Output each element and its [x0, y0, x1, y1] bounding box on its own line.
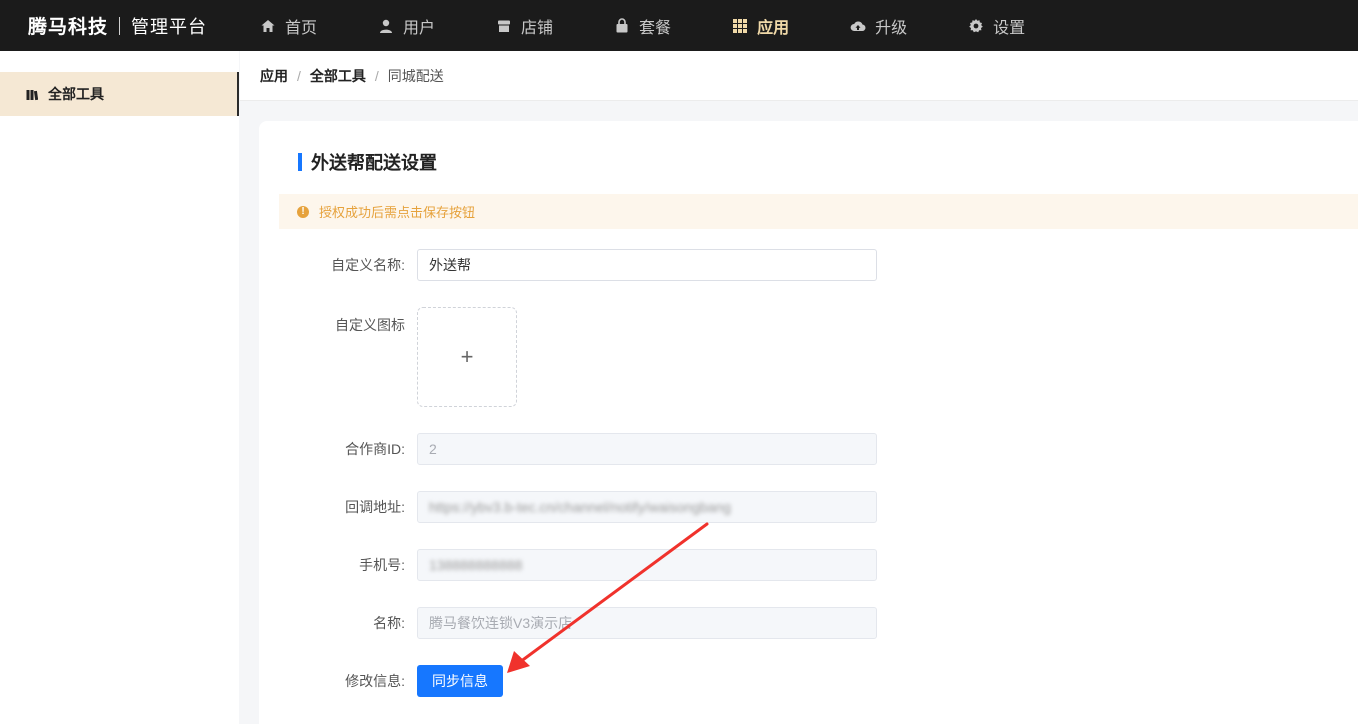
phone-value: 138888888888	[429, 557, 523, 573]
modify-label: 修改信息:	[345, 673, 405, 689]
store-icon	[496, 18, 512, 34]
plus-icon: +	[460, 344, 474, 369]
top-navbar: 腾马科技 管理平台 首页 用户 店铺 套餐 应用 升级 设置	[0, 0, 1358, 51]
brand-divider	[119, 16, 121, 35]
settings-card: 外送帮配送设置 ! 授权成功后需点击保存按钮 自定义名称: 外送帮 自定义图标 …	[259, 121, 1358, 724]
brand-name: 腾马科技	[28, 17, 109, 38]
phone-input: 138888888888	[417, 549, 877, 581]
breadcrumb: 应用 / 全部工具 / 同城配送	[240, 51, 1358, 101]
bag-icon	[614, 17, 630, 34]
form-row-phone: 手机号: 138888888888	[259, 549, 877, 581]
name-input: 腾马餐饮连锁V3演示店	[417, 607, 877, 639]
main-nav: 首页 用户 店铺 套餐 应用 升级 设置	[258, 0, 1084, 51]
home-icon	[260, 18, 276, 34]
nav-item-apps[interactable]: 应用	[730, 0, 791, 51]
alert-text: 授权成功后需点击保存按钮	[319, 205, 476, 220]
warning-icon: !	[297, 205, 309, 218]
gear-icon	[968, 18, 984, 34]
callback-input: https://ybv3.b-tec.cn/channel/notify/wai…	[417, 491, 877, 523]
breadcrumb-item-current: 同城配送	[387, 67, 444, 84]
book-icon	[26, 88, 39, 101]
breadcrumb-separator: /	[374, 67, 379, 84]
nav-item-label: 套餐	[639, 19, 672, 37]
custom-name-label: 自定义名称:	[331, 257, 405, 273]
nav-item-home[interactable]: 首页	[258, 0, 319, 51]
nav-item-users[interactable]: 用户	[376, 0, 437, 51]
warning-alert: ! 授权成功后需点击保存按钮	[279, 194, 1358, 229]
nav-item-upgrade[interactable]: 升级	[848, 0, 909, 51]
form-row-modify: 修改信息: 同步信息	[259, 665, 503, 697]
breadcrumb-separator: /	[297, 67, 301, 84]
partner-id-label: 合作商ID:	[345, 441, 405, 457]
user-icon	[378, 18, 394, 34]
sync-info-button[interactable]: 同步信息	[417, 665, 503, 697]
callback-value: https://ybv3.b-tec.cn/channel/notify/wai…	[429, 499, 731, 515]
sidebar: 全部工具	[0, 51, 239, 724]
callback-label: 回调地址:	[345, 499, 405, 515]
grid-icon	[732, 18, 748, 34]
icon-upload-button[interactable]: +	[417, 307, 517, 407]
breadcrumb-item-apps[interactable]: 应用	[260, 66, 288, 86]
nav-item-packages[interactable]: 套餐	[612, 0, 673, 51]
form-row-custom-name: 自定义名称: 外送帮	[259, 249, 877, 281]
phone-label: 手机号:	[359, 557, 405, 573]
sidebar-item-label: 全部工具	[48, 86, 104, 102]
nav-item-stores[interactable]: 店铺	[494, 0, 555, 51]
custom-name-input[interactable]: 外送帮	[417, 249, 877, 281]
brand-subtitle: 管理平台	[131, 16, 208, 37]
nav-item-label: 升级	[875, 19, 908, 37]
nav-item-label: 应用	[757, 19, 790, 37]
form-row-custom-icon: 自定义图标 +	[259, 307, 517, 407]
page-title: 外送帮配送设置	[298, 152, 437, 173]
form-row-partner-id: 合作商ID: 2	[259, 433, 877, 465]
form-row-callback: 回调地址: https://ybv3.b-tec.cn/channel/noti…	[259, 491, 877, 523]
nav-item-label: 首页	[285, 19, 318, 37]
nav-item-settings[interactable]: 设置	[966, 0, 1027, 51]
nav-item-label: 用户	[403, 19, 436, 37]
partner-id-input: 2	[417, 433, 877, 465]
custom-icon-label: 自定义图标	[335, 317, 405, 333]
cloud-upload-icon	[850, 18, 866, 34]
nav-item-label: 店铺	[521, 19, 554, 37]
nav-item-label: 设置	[993, 19, 1026, 37]
brand: 腾马科技 管理平台	[0, 12, 258, 39]
breadcrumb-item-all-tools[interactable]: 全部工具	[310, 66, 366, 86]
sidebar-item-all-tools[interactable]: 全部工具	[0, 72, 239, 116]
name-label: 名称:	[373, 615, 405, 631]
form-row-name: 名称: 腾马餐饮连锁V3演示店	[259, 607, 877, 639]
